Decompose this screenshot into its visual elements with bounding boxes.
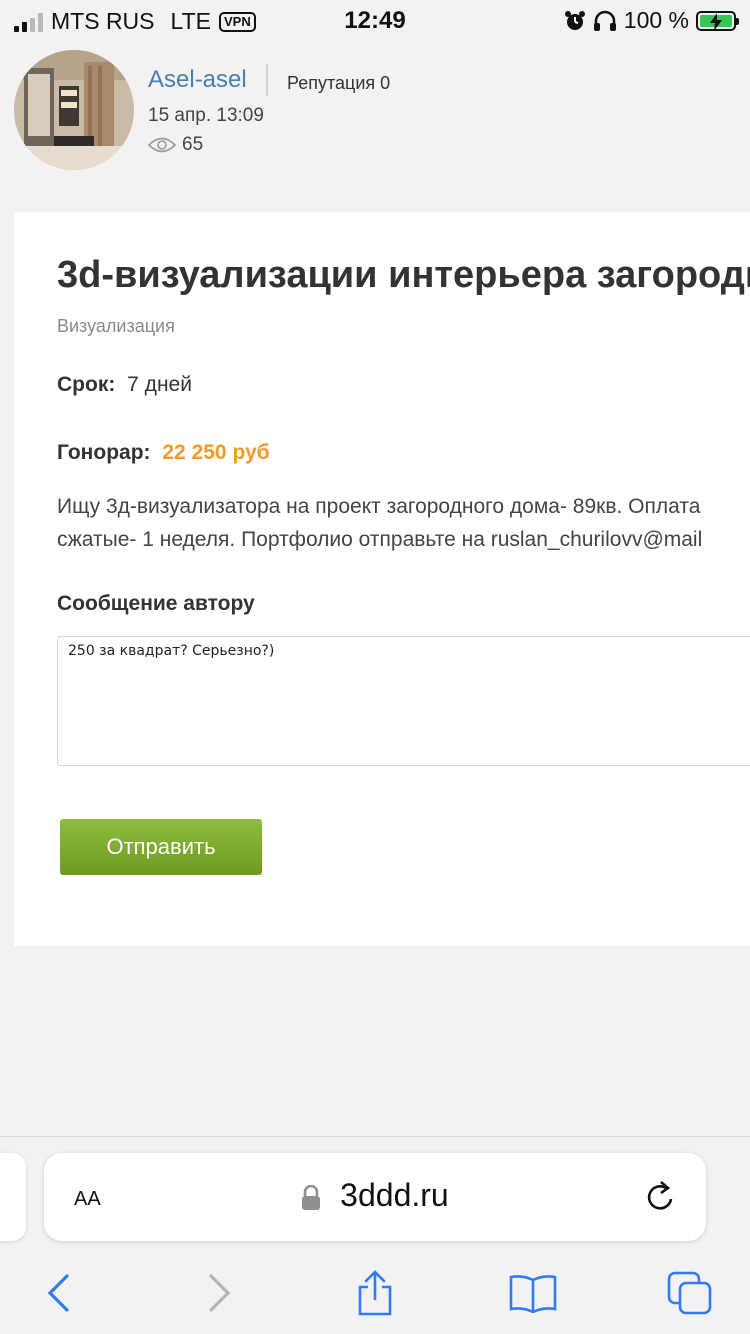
job-category-link[interactable]: Визуализация [57,316,175,337]
address-bar[interactable]: AA 3ddd.ru [44,1153,706,1241]
bookmarks-button[interactable] [503,1269,563,1317]
author-reputation: Репутация 0 [287,73,391,93]
job-term: Срок: 7 дней [57,373,192,397]
share-button[interactable] [345,1269,405,1317]
battery-icon [696,10,739,31]
send-button[interactable]: Отправить [60,819,262,875]
message-label: Сообщение автору [57,592,255,615]
alarm-icon [564,10,585,30]
previous-tab-pill[interactable] [0,1153,26,1241]
battery-percent: 100 % [623,7,689,33]
message-textarea[interactable]: 250 за квадрат? Серьезно?) [57,636,750,766]
chevron-right-icon [209,1274,231,1312]
url-display[interactable]: 3ddd.ru [44,1177,706,1214]
post-date: 15 апр. 13:09 [148,105,264,126]
fee-label: Гонорар: [57,441,151,464]
lock-icon [302,1184,321,1210]
job-title: 3d-визуализации интерьера загородного до… [57,254,750,296]
tabs-icon [667,1271,712,1315]
safari-toolbar [0,1263,750,1323]
job-card: 3d-визуализации интерьера загородного до… [14,212,750,946]
status-right: 100 % [564,7,739,34]
status-bar: MTS RUS LTE VPN 12:49 100 % [0,0,750,40]
term-value: 7 дней [127,373,192,396]
tabs-button[interactable] [660,1269,720,1317]
description-line: сжатые- 1 неделя. Портфолио отправьте на… [57,528,703,551]
views-counter: 65 [148,134,203,156]
book-icon [509,1275,557,1313]
author-name-link[interactable]: Asel-asel [148,66,247,94]
forward-button[interactable] [190,1269,250,1317]
url-domain: 3ddd.ru [340,1177,449,1213]
fee-amount: 22 250 руб [162,441,270,464]
reload-icon[interactable] [644,1179,678,1215]
safari-bottom-bar: AA 3ddd.ru [0,1136,750,1334]
job-fee: Гонорар: 22 250 руб [57,441,270,465]
headphones-icon [593,10,616,31]
eye-icon [148,137,176,153]
job-description: Ищу 3д-визуализатора на проект загородно… [57,490,750,556]
author-avatar[interactable] [14,50,134,170]
back-button[interactable] [28,1269,88,1317]
author-header: Asel-asel Репутация 0 15 апр. 13:09 65 [14,50,750,170]
author-divider [266,64,268,96]
share-icon [358,1270,392,1316]
chevron-left-icon [47,1274,69,1312]
term-label: Срок: [57,373,116,396]
views-count: 65 [182,134,204,155]
description-line: Ищу 3д-визуализатора на проект загородно… [57,495,701,518]
